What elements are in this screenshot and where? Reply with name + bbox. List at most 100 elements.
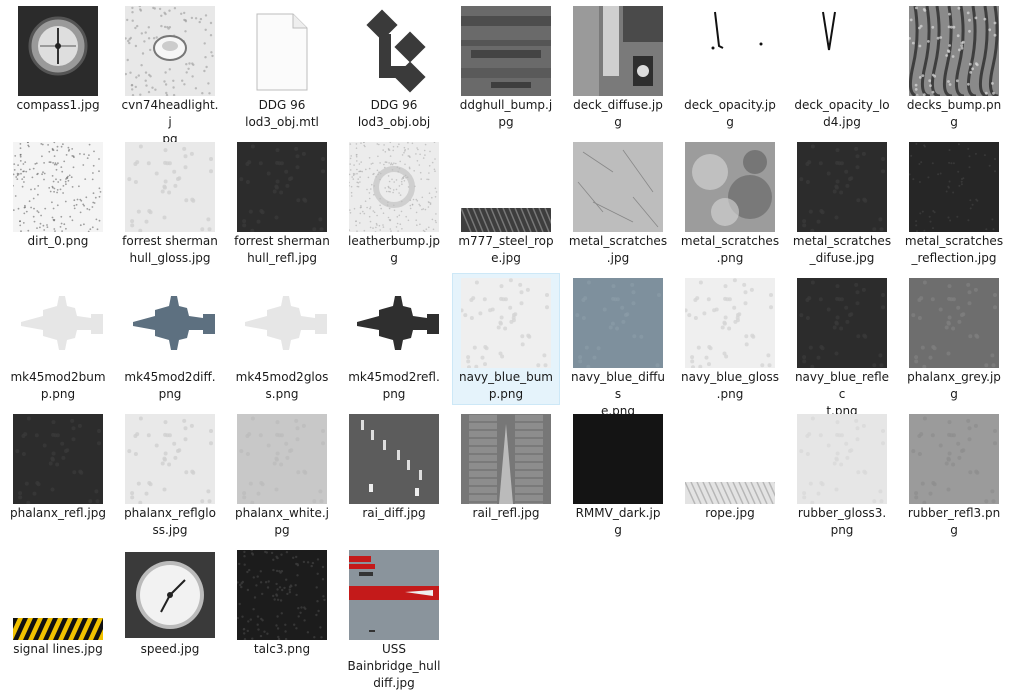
file-item[interactable]: phalanx_white.j pg (228, 409, 336, 541)
file-name: deck_opacity.jp g (684, 98, 776, 129)
phalanx-texture-thumbnail (909, 278, 999, 368)
file-name: metal_scratches _reflection.jpg (904, 234, 1004, 265)
file-name: phalanx_white.j pg (235, 506, 329, 537)
dark-texture-thumbnail (237, 142, 327, 232)
file-item[interactable]: rubber_refl3.pn g (900, 409, 1008, 541)
file-item[interactable]: forrest sherman hull_refl.jpg (228, 137, 336, 269)
file-name: RMMV_dark.jp g (575, 506, 661, 537)
file-item[interactable]: navy_blue_gloss .png (676, 273, 784, 405)
turret-map-thumbnail (349, 278, 439, 368)
rubber-texture-thumbnail (797, 414, 887, 504)
bark-texture-thumbnail (909, 6, 999, 96)
file-name: navy_blue_gloss .png (681, 370, 779, 401)
file-item[interactable]: leatherbump.jp g (340, 137, 448, 269)
file-name: rubber_gloss3. png (797, 506, 887, 537)
file-item[interactable]: talc3.png (228, 545, 336, 677)
navy-blue-texture-thumbnail (573, 278, 663, 368)
file-item[interactable]: mk45mod2refl. png (340, 273, 448, 405)
rope-strip-thumbnail (461, 208, 551, 232)
file-name: m777_steel_rop e.jpg (458, 234, 554, 265)
rail-texture-thumbnail (461, 414, 551, 504)
file-item[interactable]: speed.jpg (116, 545, 224, 677)
file-name: talc3.png (253, 642, 311, 656)
file-item[interactable]: mk45mod2glos s.png (228, 273, 336, 405)
deck-opacity-thumbnail (797, 6, 887, 96)
file-item[interactable]: USS Bainbridge_hull diff.jpg (340, 545, 448, 690)
file-item[interactable]: metal_scratches _difuse.jpg (788, 137, 896, 269)
compass-thumbnail (18, 6, 98, 96)
file-name: metal_scratches _difuse.jpg (792, 234, 892, 265)
file-name: rubber_refl3.pn g (907, 506, 1001, 537)
dark-texture-thumbnail (573, 414, 663, 504)
file-item[interactable]: navy_blue_reflec t.png (788, 273, 896, 418)
file-name: rope.jpg (705, 506, 755, 520)
file-item[interactable]: phalanx_refl.jpg (4, 409, 112, 541)
hull-texture-thumbnail (349, 550, 439, 640)
file-item[interactable]: forrest sherman hull_gloss.jpg (116, 137, 224, 269)
file-name: rail_refl.jpg (472, 506, 540, 520)
phalanx-texture-thumbnail (237, 414, 327, 504)
turret-map-thumbnail (125, 278, 215, 368)
scratch-texture-thumbnail (573, 142, 663, 232)
file-item[interactable]: rai_diff.jpg (340, 409, 448, 541)
file-item[interactable]: navy_blue_diffus e.png (564, 273, 672, 418)
file-item[interactable]: phalanx_grey.jp g (900, 273, 1008, 405)
file-item[interactable]: DDG 96 lod3_obj.mtl (228, 1, 336, 133)
file-item[interactable]: rope.jpg (676, 409, 784, 541)
file-name: metal_scratches .png (680, 234, 780, 265)
file-item[interactable]: cvn74headlight.j pg (116, 1, 224, 146)
headlight-texture-thumbnail (125, 6, 215, 96)
gloss-texture-thumbnail (125, 142, 215, 232)
file-name: compass1.jpg (16, 98, 100, 112)
rope-strip-thumbnail (685, 482, 775, 504)
file-item[interactable]: rail_refl.jpg (452, 409, 560, 541)
file-name: DDG 96 lod3_obj.obj (357, 98, 431, 129)
file-item[interactable]: rubber_gloss3. png (788, 409, 896, 541)
file-name: metal_scratches .jpg (568, 234, 668, 265)
file-item[interactable]: mk45mod2bum p.png (4, 273, 112, 405)
file-item[interactable]: deck_opacity.jp g (676, 1, 784, 133)
file-item[interactable]: signal lines.jpg (4, 545, 112, 677)
file-name: mk45mod2bum p.png (10, 370, 106, 401)
file-item[interactable]: decks_bump.pn g (900, 1, 1008, 133)
file-item[interactable]: RMMV_dark.jp g (564, 409, 672, 541)
file-name: forrest sherman hull_gloss.jpg (122, 234, 218, 265)
file-item[interactable]: compass1.jpg (4, 1, 112, 133)
file-item[interactable]: phalanx_reflglo ss.jpg (116, 409, 224, 541)
file-name: rai_diff.jpg (362, 506, 426, 520)
deck-diffuse-thumbnail (573, 6, 663, 96)
file-item[interactable]: ddghull_bump.j pg (452, 1, 560, 133)
rail-texture-thumbnail (349, 414, 439, 504)
phalanx-texture-thumbnail (13, 414, 103, 504)
file-name: speed.jpg (140, 642, 200, 656)
file-item[interactable]: metal_scratches _reflection.jpg (900, 137, 1008, 269)
file-name: ddghull_bump.j pg (459, 98, 553, 129)
file-name: dirt_0.png (27, 234, 89, 248)
dark-texture-thumbnail (797, 142, 887, 232)
file-name: mk45mod2refl. png (348, 370, 440, 401)
file-name: DDG 96 lod3_obj.mtl (245, 98, 319, 129)
file-name: USS Bainbridge_hull diff.jpg (347, 642, 441, 690)
file-item[interactable]: deck_opacity_lo d4.jpg (788, 1, 896, 133)
file-name: phalanx_refl.jpg (10, 506, 106, 520)
file-item[interactable]: deck_diffuse.jp g (564, 1, 672, 133)
file-name: phalanx_grey.jp g (907, 370, 1001, 401)
generic-file-icon (255, 12, 309, 92)
navy-blue-texture-thumbnail (685, 278, 775, 368)
file-item[interactable]: DDG 96 lod3_obj.obj (340, 1, 448, 133)
file-item[interactable]: dirt_0.png (4, 137, 112, 269)
file-name: signal lines.jpg (13, 642, 103, 656)
file-name: mk45mod2diff. png (124, 370, 216, 401)
file-name: deck_opacity_lo d4.jpg (794, 98, 890, 129)
file-name: navy_blue_bum p.png (458, 370, 553, 401)
file-item[interactable]: metal_scratches .png (676, 137, 784, 269)
file-name: mk45mod2glos s.png (235, 370, 329, 401)
gauge-thumbnail (125, 552, 215, 638)
file-item[interactable]: m777_steel_rop e.jpg (452, 137, 560, 269)
file-item[interactable]: metal_scratches .jpg (564, 137, 672, 269)
deck-opacity-thumbnail (685, 6, 775, 96)
leather-texture-thumbnail (349, 142, 439, 232)
file-item[interactable]: mk45mod2diff. png (116, 273, 224, 405)
file-item[interactable]: navy_blue_bum p.png (452, 273, 560, 405)
navy-blue-texture-thumbnail (797, 278, 887, 368)
